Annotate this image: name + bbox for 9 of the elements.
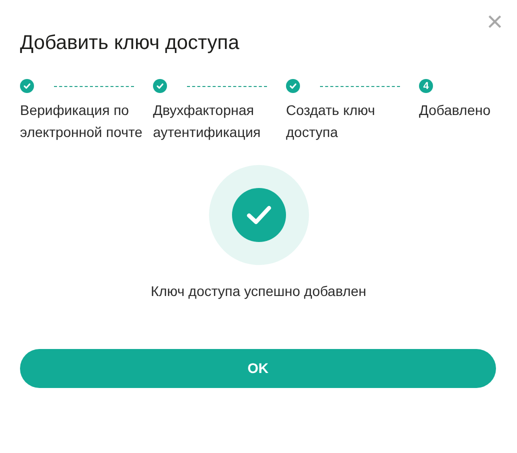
step-label: Создать ключ доступа (286, 101, 376, 142)
step-label: Двухфакторная аутентификация (153, 101, 262, 142)
step-label: Верификация по электронной почте (20, 101, 144, 142)
dialog-title: Добавить ключ доступа (20, 31, 240, 56)
step-label: Добавлено (419, 101, 492, 120)
step-number: 4 (419, 79, 433, 93)
close-button[interactable]: × (486, 10, 503, 34)
ok-button[interactable]: OK (20, 349, 496, 388)
success-message: Ключ доступа успешно добавлен (150, 282, 366, 301)
